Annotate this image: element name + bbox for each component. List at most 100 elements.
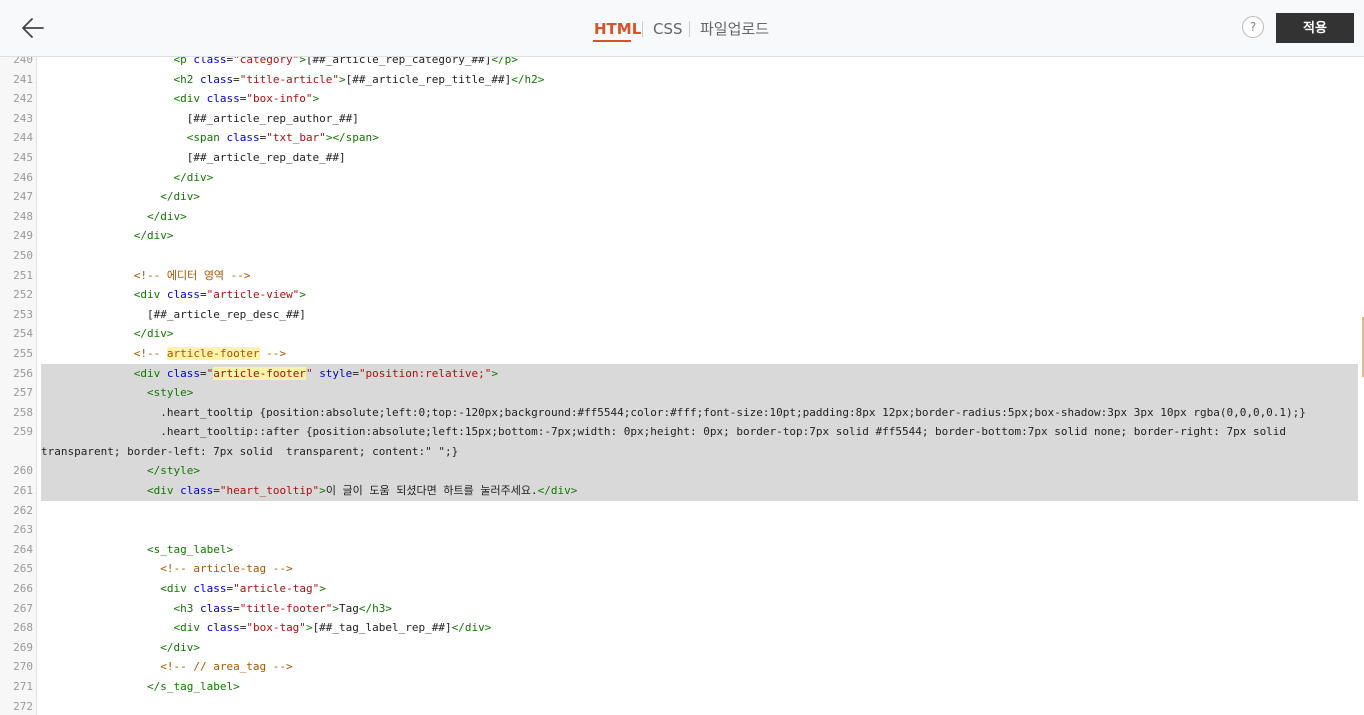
line-number: 240 — [13, 57, 33, 66]
tab-css[interactable]: CSS — [653, 19, 683, 39]
line-number: 253 — [13, 307, 33, 321]
code-line[interactable]: 255 <!-- article-footer --> — [0, 344, 1364, 364]
code-line[interactable]: 264 <s_tag_label> — [0, 540, 1364, 560]
help-icon: ? — [1249, 20, 1257, 34]
code-text: </div> — [133, 229, 174, 243]
line-number: 266 — [13, 582, 33, 596]
code-editor[interactable]: 240 <p class="category">[##_article_rep_… — [0, 57, 1364, 715]
code-text: <s_tag_label> — [146, 542, 234, 556]
code-text: <div class="box-info"> — [173, 92, 320, 106]
code-line[interactable]: 240 <p class="category">[##_article_rep_… — [0, 57, 1364, 70]
code-line[interactable]: 260 </style> — [0, 461, 1364, 482]
code-line[interactable]: 252 <div class="article-view"> — [0, 285, 1364, 305]
line-number: 268 — [13, 621, 33, 635]
code-line[interactable]: 267 <h3 class="title-footer">Tag</h3> — [0, 599, 1364, 619]
line-number: 261 — [13, 484, 33, 498]
editor-tabs: HTML CSS 파일업로드 — [0, 0, 1364, 57]
code-line[interactable]: 272 — [0, 697, 1364, 715]
code-text: </div> — [173, 170, 214, 184]
code-text: <h2 class="title-article">[##_article_re… — [173, 72, 545, 86]
code-text: <!-- // area_tag --> — [160, 660, 293, 674]
code-text: <div class="article-tag"> — [160, 582, 326, 596]
code-text: .heart_tooltip {position:absolute;left:0… — [41, 402, 1358, 423]
code-text: <div class="heart_tooltip">이 글이 도움 되셨다면 … — [41, 481, 1358, 501]
code-text: <div class="article-footer" style="posit… — [41, 363, 1358, 384]
code-text: <p class="category">[##_article_rep_cate… — [173, 57, 518, 66]
line-number: 269 — [13, 640, 33, 654]
editor-toolbar: HTML CSS 파일업로드 ? 적용 — [0, 0, 1364, 57]
line-number: 256 — [13, 366, 33, 380]
code-line[interactable]: 245 [##_article_rep_date_##] — [0, 148, 1364, 168]
line-number: 254 — [13, 327, 33, 341]
code-line[interactable]: 270 <!-- // area_tag --> — [0, 657, 1364, 677]
code-line[interactable]: 248 </div> — [0, 207, 1364, 227]
code-line[interactable]: 243 [##_article_rep_author_##] — [0, 109, 1364, 129]
code-text: [##_article_rep_desc_##] — [41, 307, 306, 321]
line-number: 264 — [13, 542, 33, 556]
line-number: 270 — [13, 660, 33, 674]
tab-divider — [642, 21, 643, 37]
code-text: </div> — [160, 640, 200, 654]
code-text: </div> — [133, 327, 174, 341]
tab-file-upload[interactable]: 파일업로드 — [700, 19, 769, 39]
code-text: </div> — [146, 209, 187, 223]
code-line[interactable]: 249 </div> — [0, 226, 1364, 246]
code-text: <div class="box-tag">[##_tag_label_rep_#… — [173, 621, 492, 635]
line-number: 252 — [13, 288, 33, 302]
code-text: <span class="txt_bar"></span> — [186, 131, 379, 145]
code-line[interactable]: 268 <div class="box-tag">[##_tag_label_r… — [0, 618, 1364, 638]
code-text: </style> — [41, 461, 1358, 482]
line-number: 259 — [13, 425, 33, 439]
line-number: 271 — [13, 680, 33, 693]
code-line[interactable]: 263 — [0, 520, 1364, 540]
line-number: 257 — [13, 386, 33, 400]
line-number: 272 — [13, 699, 33, 713]
code-lines[interactable]: 240 <p class="category">[##_article_rep_… — [0, 57, 1364, 715]
line-number: 245 — [13, 150, 33, 164]
code-line[interactable]: 258 .heart_tooltip {position:absolute;le… — [0, 402, 1364, 423]
code-line[interactable]: 253 [##_article_rep_desc_##] — [0, 305, 1364, 325]
line-number: 251 — [13, 268, 33, 282]
code-text: <!-- article-footer --> — [133, 346, 287, 360]
code-line[interactable]: 261 <div class="heart_tooltip">이 글이 도움 되… — [0, 481, 1364, 501]
code-text: <!-- 에디터 영역 --> — [133, 268, 251, 282]
code-line[interactable]: 262 — [0, 501, 1364, 521]
line-number: 255 — [13, 346, 33, 360]
code-text: </div> — [160, 190, 200, 204]
code-text: .heart_tooltip::after {position:absolute… — [41, 422, 1358, 462]
code-line[interactable]: 259 .heart_tooltip::after {position:abso… — [0, 422, 1364, 462]
code-line[interactable]: 269 </div> — [0, 638, 1364, 658]
line-number: 241 — [13, 72, 33, 86]
help-button[interactable]: ? — [1242, 16, 1264, 38]
code-line[interactable]: 246 </div> — [0, 168, 1364, 188]
apply-button[interactable]: 적용 — [1276, 13, 1354, 43]
code-text: [##_article_rep_author_##] — [41, 111, 359, 125]
code-line[interactable]: 251 <!-- 에디터 영역 --> — [0, 266, 1364, 286]
code-line[interactable]: 271 </s_tag_label> — [0, 677, 1364, 697]
line-number: 242 — [13, 92, 33, 106]
code-line[interactable]: 247 </div> — [0, 187, 1364, 207]
code-line[interactable]: 257 <style> — [0, 383, 1364, 403]
line-number: 263 — [13, 523, 33, 537]
active-tab-indicator — [593, 40, 631, 42]
line-number: 249 — [13, 229, 33, 243]
line-number: 267 — [13, 601, 33, 615]
tab-divider — [689, 21, 690, 37]
code-text: <!-- article-tag --> — [160, 562, 293, 576]
code-text: </s_tag_label> — [146, 680, 240, 693]
line-number: 246 — [13, 170, 33, 184]
code-line[interactable]: 242 <div class="box-info"> — [0, 89, 1364, 109]
code-line[interactable]: 241 <h2 class="title-article">[##_articl… — [0, 70, 1364, 90]
code-line[interactable]: 244 <span class="txt_bar"></span> — [0, 128, 1364, 148]
line-number: 243 — [13, 111, 33, 125]
line-number: 247 — [13, 190, 33, 204]
code-line[interactable]: 266 <div class="article-tag"> — [0, 579, 1364, 599]
line-number: 244 — [13, 131, 33, 145]
code-line[interactable]: 256 <div class="article-footer" style="p… — [0, 363, 1364, 384]
line-number: 265 — [13, 562, 33, 576]
code-line[interactable]: 265 <!-- article-tag --> — [0, 559, 1364, 579]
code-line[interactable]: 250 — [0, 246, 1364, 266]
tab-html[interactable]: HTML — [594, 19, 641, 39]
code-text: <style> — [41, 383, 1358, 403]
code-line[interactable]: 254 </div> — [0, 324, 1364, 344]
